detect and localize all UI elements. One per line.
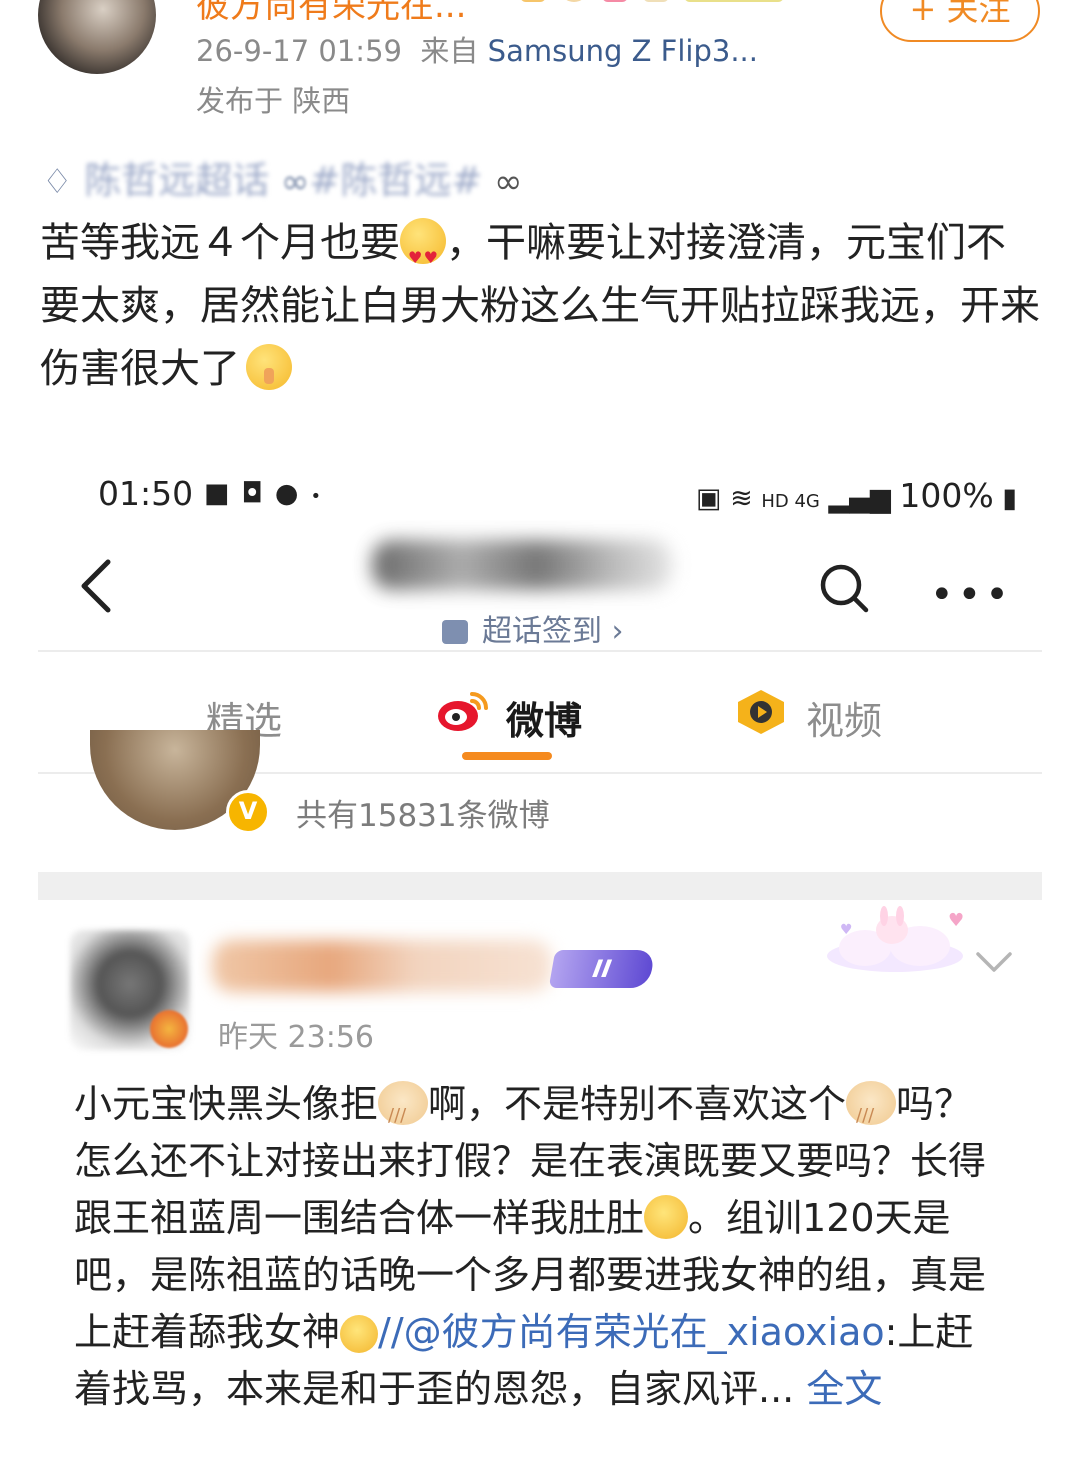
- dot-icon: •: [310, 486, 334, 507]
- badge-icon: [561, 0, 588, 2]
- heart-eyes-emoji-icon: [400, 218, 446, 289]
- clock-icon: ◘: [241, 478, 275, 509]
- wechat-icon: ●: [274, 478, 311, 509]
- active-tab-indicator: [462, 752, 552, 760]
- bag-icon: ■: [204, 478, 242, 509]
- post-body-text: 苦等我远４个月也要: [40, 220, 400, 266]
- hashtag-link[interactable]: #陈哲远#: [309, 159, 482, 202]
- svg-text:♥: ♥: [840, 922, 853, 938]
- verified-badge-icon: V: [226, 790, 270, 834]
- chevron-right-icon: ›: [611, 614, 624, 649]
- source-device[interactable]: Samsung Z Flip3...: [488, 34, 758, 68]
- user-badges: [520, 0, 794, 2]
- post-text-segment: 小元宝快黑头像拒: [74, 1082, 379, 1126]
- more-options-icon[interactable]: •••: [930, 572, 1013, 618]
- author-avatar[interactable]: [38, 0, 156, 74]
- super-topic-link[interactable]: 陈哲远超话: [84, 159, 269, 202]
- network-indicator: HD 4G: [761, 491, 820, 512]
- doge-emoji-icon: [846, 1081, 897, 1144]
- battery-percent: 100%: [899, 476, 994, 515]
- tab-weibo[interactable]: 微博: [506, 690, 582, 745]
- chevron-down-icon[interactable]: [972, 946, 1016, 976]
- post-count: 共有15831条微博: [296, 798, 550, 834]
- svg-text:♥: ♥: [948, 910, 964, 931]
- checkin-icon: [442, 620, 468, 644]
- bunny-cloud-decoration-icon: ♥ ♥: [827, 906, 964, 972]
- page-title-blurred: [372, 540, 672, 590]
- doge-emoji-icon: [378, 1081, 429, 1144]
- wifi-icon: ≋: [730, 483, 753, 514]
- tab-video[interactable]: 视频: [806, 690, 882, 745]
- post-text-segment: 啊，不是特别不喜欢这个: [428, 1082, 847, 1126]
- search-icon[interactable]: [818, 562, 870, 614]
- shush-emoji-icon: [246, 344, 292, 390]
- battery-saver-icon: ▣: [696, 483, 722, 514]
- status-time: 01:50: [98, 474, 194, 513]
- commenter-post-body: 小元宝快黑头像拒啊，不是特别不喜欢这个吗？怎么还不让对接出来打假？是在表演既要又…: [74, 1076, 1004, 1418]
- avatar-frame-icon: [150, 1010, 188, 1048]
- user-mention-link[interactable]: //@彼方尚有荣光在_xiaoxiao: [378, 1310, 885, 1354]
- super-topic-icon: ♢: [42, 162, 73, 202]
- checkin-label: 超话签到: [482, 614, 602, 649]
- link-icon: ∞: [494, 162, 523, 202]
- section-separator: [38, 872, 1042, 900]
- video-logo-icon: [738, 690, 784, 734]
- checkin-button[interactable]: 超话签到 ›: [442, 606, 624, 650]
- status-app-icons: ■◘●•: [204, 478, 333, 509]
- post-meta: 26-9-17 01:59 来自 Samsung Z Flip3...: [196, 28, 758, 70]
- topic-line: ♢ 陈哲远超话 ∞#陈哲远# ∞: [42, 150, 522, 204]
- source-prefix: 来自: [420, 34, 479, 68]
- post-body: 苦等我远４个月也要，干嘛要让对接澄清，元宝们不要太爽，居然能让白男大粉这么生气开…: [40, 212, 1040, 401]
- commenter-time: 昨天 23:56: [218, 1020, 374, 1055]
- level-badge: II: [548, 950, 656, 988]
- laugh-emoji-icon: [644, 1195, 689, 1239]
- badge-icon: [643, 0, 670, 2]
- signal-icon: ▂▄▆: [828, 483, 891, 514]
- weibo-logo-icon: [438, 692, 488, 731]
- battery-icon: ▮: [1002, 483, 1018, 514]
- full-text-link[interactable]: 全文: [806, 1367, 882, 1411]
- follow-button[interactable]: + 关注: [880, 0, 1040, 42]
- link-icon: ∞: [281, 162, 310, 202]
- badge-icon: [602, 0, 629, 2]
- post-location: 发布于 陕西: [196, 84, 351, 118]
- author-username[interactable]: 彼方尚有荣光在...: [196, 0, 466, 27]
- badge-icon: [520, 0, 546, 2]
- back-arrow-icon[interactable]: [74, 556, 134, 616]
- commenter-username-blurred[interactable]: [212, 940, 552, 992]
- status-right: ▣ ≋ HD 4G ▂▄▆ 100% ▮: [696, 476, 1017, 515]
- divider: [38, 650, 1042, 652]
- post-timestamp: 26-9-17 01:59: [196, 34, 402, 68]
- vip-badge-icon: [684, 0, 785, 2]
- thinking-emoji-icon: [340, 1315, 379, 1353]
